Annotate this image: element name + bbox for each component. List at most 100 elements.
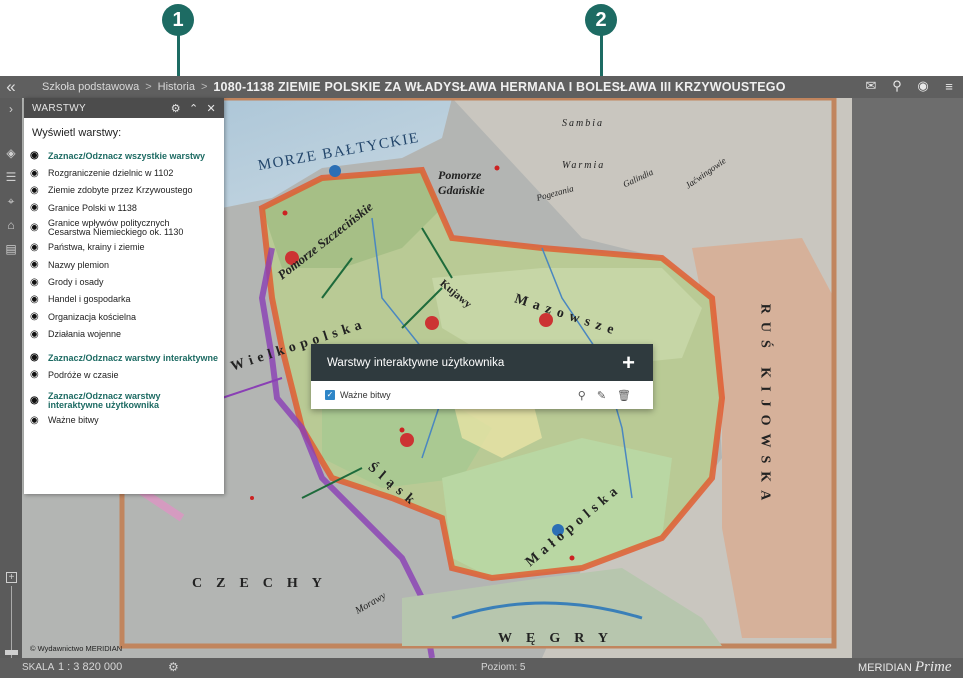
settings-gear-icon[interactable]: ⚙ <box>168 660 179 674</box>
layer-item[interactable]: ◉ Ziemie zdobyte przez Krzywoustego <box>24 182 224 199</box>
zoom-in-button[interactable]: + <box>6 572 17 583</box>
callout-1: 1 <box>162 4 194 36</box>
eye-icon[interactable]: ◉ <box>30 168 44 179</box>
eye-icon[interactable]: ◉ <box>30 242 44 253</box>
map-label-czechy: CZECHY <box>192 576 336 591</box>
archive-icon[interactable]: ▤ <box>3 242 19 256</box>
layers-subtitle: Wyświetl warstwy: <box>32 127 122 139</box>
education-icon[interactable]: ⌂ <box>3 218 19 232</box>
eye-icon[interactable]: ◉ <box>30 415 44 426</box>
logo-main: MERIDIAN <box>858 662 912 674</box>
menu-icon[interactable]: ≡ <box>941 79 957 94</box>
map-label-pomorze-gdanskie: Pomorze Gdańskie <box>438 168 485 197</box>
meridian-logo: MERIDIAN Prime <box>858 659 952 676</box>
layer-label: Zaznacz/Odznacz wszystkie warstwy <box>48 150 206 161</box>
map-label-sambia: Sambia <box>562 118 604 129</box>
layer-label: Zaznacz/Odznacz warstwy interaktywne <box>48 352 219 363</box>
copyright: © Wydawnictwo MERIDIAN <box>30 644 123 653</box>
layers-panel: WARSTWY ⚙ ⌃ ✕ Wyświetl warstwy: ◉ Zaznacz… <box>24 98 224 494</box>
logo-sub: Prime <box>914 659 952 675</box>
layers-panel-header: WARSTWY ⚙ ⌃ ✕ <box>24 98 224 118</box>
layer-label: Ważne bitwy <box>48 415 99 426</box>
layer-item[interactable]: ◉ Podróże w czasie <box>24 366 224 383</box>
eye-icon[interactable]: ◉ <box>30 202 44 213</box>
layer-label: Granice Polski w 1138 <box>48 202 137 213</box>
layer-label: Grody i osady <box>48 277 104 288</box>
zoom-slider-handle[interactable] <box>5 650 18 655</box>
layer-label: Nazwy plemion <box>48 259 110 270</box>
eye-icon[interactable]: ◉ <box>30 277 44 288</box>
breadcrumb: Szkoła podstawowa > Historia > 1080-1138… <box>42 80 786 94</box>
eye-icon[interactable]: ◉ <box>30 185 44 196</box>
left-toolbar: › ◈ ☰ ⌖ ⌂ ▤ + − <box>0 98 22 677</box>
mail-icon[interactable]: ✉ <box>863 78 879 94</box>
legend-list-icon[interactable]: ☰ <box>3 170 19 184</box>
breadcrumb-level1[interactable]: Szkoła podstawowa <box>42 81 139 93</box>
layer-toggle-user-interactive[interactable]: ◉ Zaznacz/Odznacz warstwy interaktywne uż… <box>24 390 224 412</box>
settings-gear-icon[interactable]: ⚙ <box>171 102 181 115</box>
eye-icon[interactable]: ◉ <box>30 311 44 322</box>
map-label-rus: RUŚ KIJOWSKA <box>757 303 773 509</box>
user-layers-dialog-title: Warstwy interaktywne użytkownika <box>327 356 505 369</box>
layer-label: Państwa, krainy i ziemie <box>48 242 145 253</box>
layer-item[interactable]: ◉ Handel i gospodarka <box>24 291 224 308</box>
close-icon[interactable]: ✕ <box>206 102 216 115</box>
layers-panel-title: WARSTWY <box>32 102 86 114</box>
location-pin-icon[interactable]: ⚲ <box>578 389 586 402</box>
scale-label: SKALA <box>22 662 55 673</box>
map-label-warmia: Warmia <box>562 160 606 171</box>
layer-label: Działania wojenne <box>48 329 122 340</box>
layer-label: Ziemie zdobyte przez Krzywoustego <box>48 185 193 196</box>
map-app: MORZE BAŁTYCKIE Pomorze Szczecińskie Pom… <box>0 76 963 678</box>
user-layer-row: ✓ Ważne bitwy ⚲ ✎ 🗑 <box>311 381 653 409</box>
eye-icon[interactable]: ◉ <box>30 223 44 233</box>
breadcrumb-separator: > <box>200 81 208 93</box>
layer-label: Granice wpływów politycznych Cesarstwa N… <box>48 217 184 237</box>
layer-label: Zaznacz/Odznacz warstwy interaktywne uży… <box>48 390 161 410</box>
eye-icon[interactable]: ◉ <box>30 294 44 305</box>
add-layer-button[interactable]: + <box>622 350 635 376</box>
layer-item[interactable]: ◉ Grody i osady <box>24 273 224 290</box>
eye-icon[interactable]: ◉ <box>30 369 44 380</box>
breadcrumb-separator: > <box>145 81 152 93</box>
layer-label: Handel i gospodarka <box>48 294 131 305</box>
page-title: 1080-1138 ZIEMIE POLSKIE ZA WŁADYSŁAWA H… <box>213 80 786 94</box>
collapse-up-icon[interactable]: ⌃ <box>189 102 199 115</box>
eye-icon[interactable]: ◉ <box>30 352 44 363</box>
top-icons: ✉ ⚲ ◉ ≡ <box>863 78 957 94</box>
user-icon[interactable]: ◉ <box>915 78 931 94</box>
layer-label: Organizacja kościelna <box>48 311 137 322</box>
layers-icon[interactable]: ◈ <box>3 146 19 160</box>
right-margin <box>852 98 963 658</box>
eye-icon[interactable]: ◉ <box>30 329 44 340</box>
layer-label: Rozgraniczenie dzielnic w 1102 <box>48 168 174 179</box>
layer-item[interactable]: ◉ Ważne bitwy <box>24 412 224 429</box>
eye-icon[interactable]: ◉ <box>30 259 44 270</box>
user-layer-checkbox[interactable]: ✓ <box>325 390 335 400</box>
collapse-left-icon[interactable]: « <box>0 77 22 97</box>
breadcrumb-level2[interactable]: Historia <box>158 81 195 93</box>
expand-right-icon[interactable]: › <box>3 102 19 116</box>
layer-item[interactable]: ◉ Granice Polski w 1138 <box>24 199 224 216</box>
layer-item[interactable]: ◉ Organizacja kościelna <box>24 308 224 325</box>
search-icon[interactable]: ⚲ <box>889 78 905 94</box>
layer-toggle-interactive[interactable]: ◉ Zaznacz/Odznacz warstwy interaktywne <box>24 349 224 366</box>
user-layers-dialog-header: Warstwy interaktywne użytkownika + <box>311 344 653 381</box>
scale-value: 1 : 3 820 000 <box>58 661 123 673</box>
zoom-level: Poziom: 5 <box>481 662 526 673</box>
eye-icon[interactable]: ◉ <box>30 150 44 161</box>
eye-icon[interactable]: ◉ <box>30 396 44 406</box>
layer-list: ◉ Zaznacz/Odznacz wszystkie warstwy ◉ Rozg… <box>24 147 224 429</box>
layer-item[interactable]: ◉ Granice wpływów politycznych Cesarstwa … <box>24 217 224 239</box>
callout-2: 2 <box>585 4 617 36</box>
layer-item[interactable]: ◉ Rozgraniczenie dzielnic w 1102 <box>24 164 224 181</box>
edit-pencil-icon[interactable]: ✎ <box>597 389 606 402</box>
top-bar: « Szkoła podstawowa > Historia > 1080-11… <box>0 76 963 98</box>
layer-toggle-all[interactable]: ◉ Zaznacz/Odznacz wszystkie warstwy <box>24 147 224 164</box>
layer-item[interactable]: ◉ Państwa, krainy i ziemie <box>24 239 224 256</box>
layer-label: Podróże w czasie <box>48 369 119 380</box>
location-icon[interactable]: ⌖ <box>3 194 19 208</box>
delete-trash-icon[interactable]: 🗑 <box>617 389 631 402</box>
layer-item[interactable]: ◉ Działania wojenne <box>24 326 224 343</box>
layer-item[interactable]: ◉ Nazwy plemion <box>24 256 224 273</box>
